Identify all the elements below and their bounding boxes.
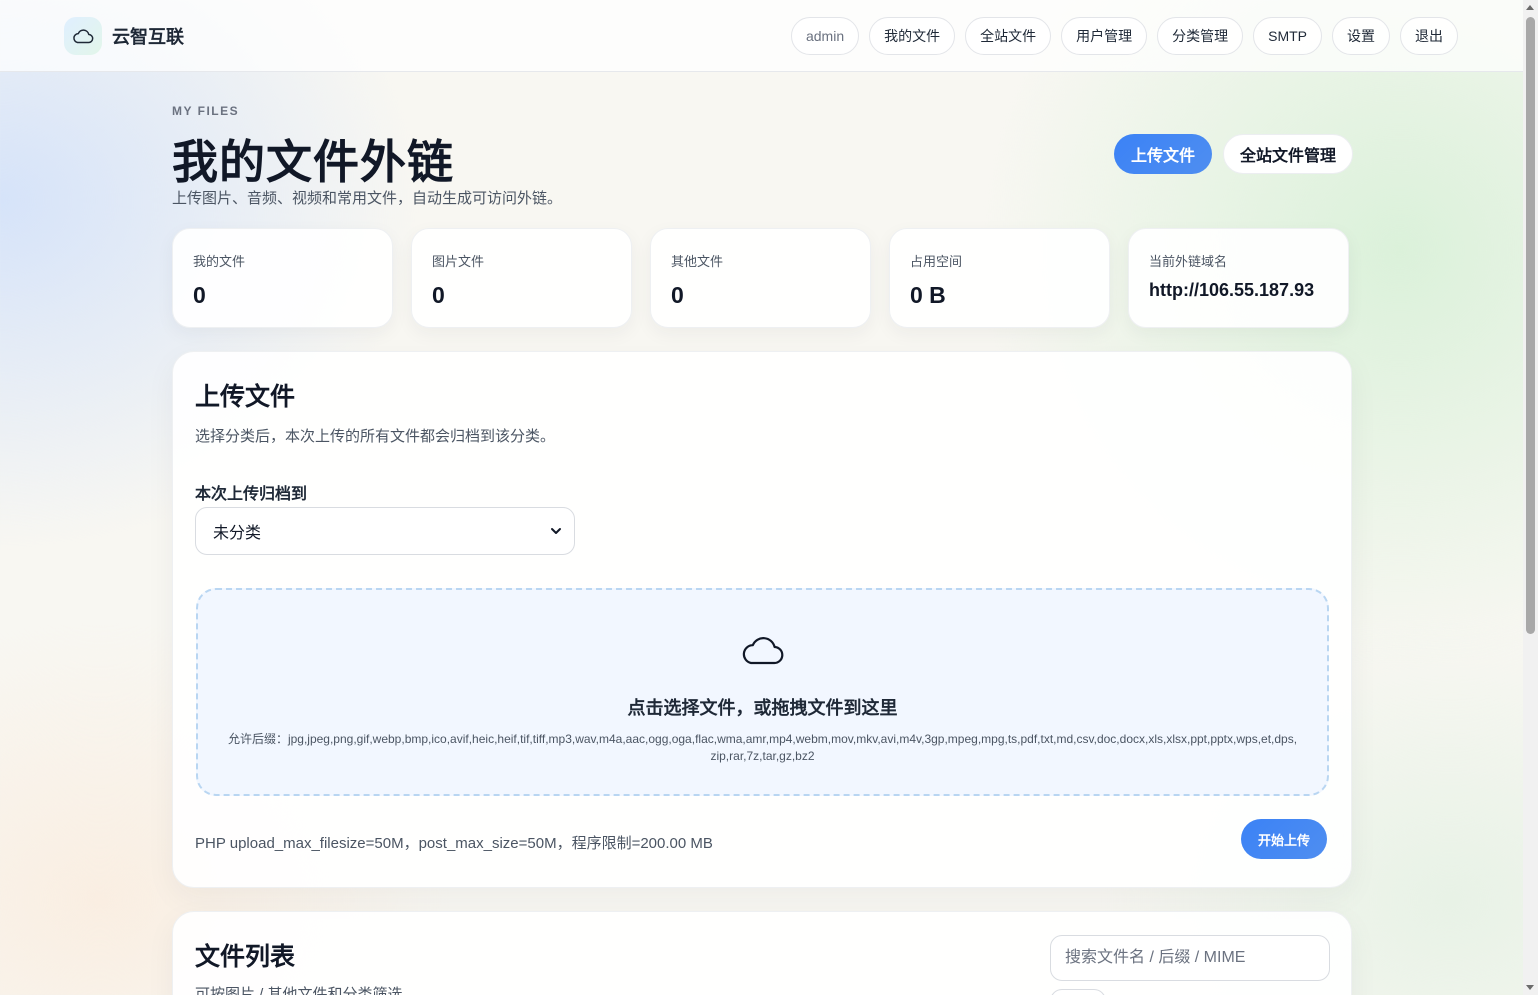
page-eyebrow: MY FILES	[172, 104, 240, 118]
stat-label: 图片文件	[432, 254, 485, 269]
hero-actions: 上传文件 全站文件管理	[1114, 134, 1354, 174]
upload-limit-text: PHP upload_max_filesize=50M，post_max_siz…	[195, 835, 713, 852]
file-filter-select[interactable]	[1050, 989, 1106, 995]
stat-value: 0	[193, 282, 206, 308]
dropzone-title: 点击选择文件，或拖拽文件到这里	[627, 698, 898, 718]
file-search-input[interactable]	[1050, 935, 1330, 981]
stat-value: http://106.55.187.93	[1149, 280, 1315, 300]
nav-smtp[interactable]: SMTP	[1253, 17, 1322, 55]
scroll-down-arrow-icon[interactable]	[1526, 985, 1534, 990]
stat-label: 当前外链域名	[1149, 254, 1228, 269]
nav-logout[interactable]: 退出	[1400, 17, 1458, 55]
upload-panel-title: 上传文件	[195, 383, 296, 411]
scrollbar-thumb[interactable]	[1526, 17, 1535, 634]
cloud-icon	[64, 17, 102, 55]
nav-settings[interactable]: 设置	[1332, 17, 1390, 55]
stat-value: 0	[432, 282, 445, 308]
top-navigation-bar: 云智互联 admin 我的文件 全站文件 用户管理 分类管理 SMTP 设置 退…	[0, 0, 1523, 72]
stat-label: 其他文件	[671, 254, 724, 269]
scroll-up-arrow-icon[interactable]	[1526, 5, 1534, 10]
page-subtitle: 上传图片、音频、视频和常用文件，自动生成可访问外链。	[172, 190, 563, 207]
stat-card-image-files: 图片文件 0	[411, 228, 632, 328]
file-list-panel: 文件列表 可按图片 / 其他文件和分类筛选	[172, 911, 1352, 995]
stat-value: 0 B	[910, 282, 946, 308]
stats-row: 我的文件 0 图片文件 0 其他文件 0 占用空间 0 B 当前外链域名 htt…	[172, 228, 1349, 328]
stat-card-other-files: 其他文件 0	[650, 228, 871, 328]
page-title: 我的文件外链	[172, 136, 454, 188]
file-list-title: 文件列表	[195, 943, 296, 971]
site-files-manage-button[interactable]: 全站文件管理	[1223, 134, 1354, 174]
stat-card-my-files: 我的文件 0	[172, 228, 393, 328]
file-list-description: 可按图片 / 其他文件和分类筛选	[195, 986, 403, 995]
stat-card-storage-used: 占用空间 0 B	[889, 228, 1110, 328]
nav-user-badge[interactable]: admin	[790, 17, 860, 55]
brand-name: 云智互联	[112, 27, 184, 47]
nav-my-files[interactable]: 我的文件	[869, 17, 956, 55]
stat-value: 0	[671, 282, 684, 308]
brand[interactable]: 云智互联	[64, 17, 184, 55]
upload-panel-description: 选择分类后，本次上传的所有文件都会归档到该分类。	[195, 428, 556, 445]
start-upload-button[interactable]: 开始上传	[1241, 819, 1328, 859]
nav-site-files[interactable]: 全站文件	[965, 17, 1052, 55]
stat-label: 占用空间	[910, 254, 963, 269]
upload-file-button[interactable]: 上传文件	[1114, 134, 1213, 174]
file-dropzone[interactable]: 点击选择文件，或拖拽文件到这里 允许后缀：jpg,jpeg,png,gif,we…	[196, 588, 1329, 796]
chevron-down-icon	[550, 524, 562, 542]
category-select[interactable]: 未分类	[195, 507, 575, 555]
allowed-extensions-text: 允许后缀：jpg,jpeg,png,gif,webp,bmp,ico,avif,…	[227, 732, 1298, 763]
page-scrollbar[interactable]	[1523, 0, 1538, 995]
cloud-upload-icon	[740, 634, 786, 671]
nav-category-management[interactable]: 分类管理	[1157, 17, 1244, 55]
category-selected-value: 未分类	[213, 525, 262, 542]
category-field-label: 本次上传归档到	[195, 486, 308, 503]
nav-user-management[interactable]: 用户管理	[1061, 17, 1148, 55]
stat-card-link-domain: 当前外链域名 http://106.55.187.93	[1128, 228, 1349, 328]
main-nav: admin 我的文件 全站文件 用户管理 分类管理 SMTP 设置 退出	[790, 17, 1458, 55]
upload-panel: 上传文件 选择分类后，本次上传的所有文件都会归档到该分类。 本次上传归档到 未分…	[172, 351, 1352, 888]
stat-label: 我的文件	[193, 254, 246, 269]
